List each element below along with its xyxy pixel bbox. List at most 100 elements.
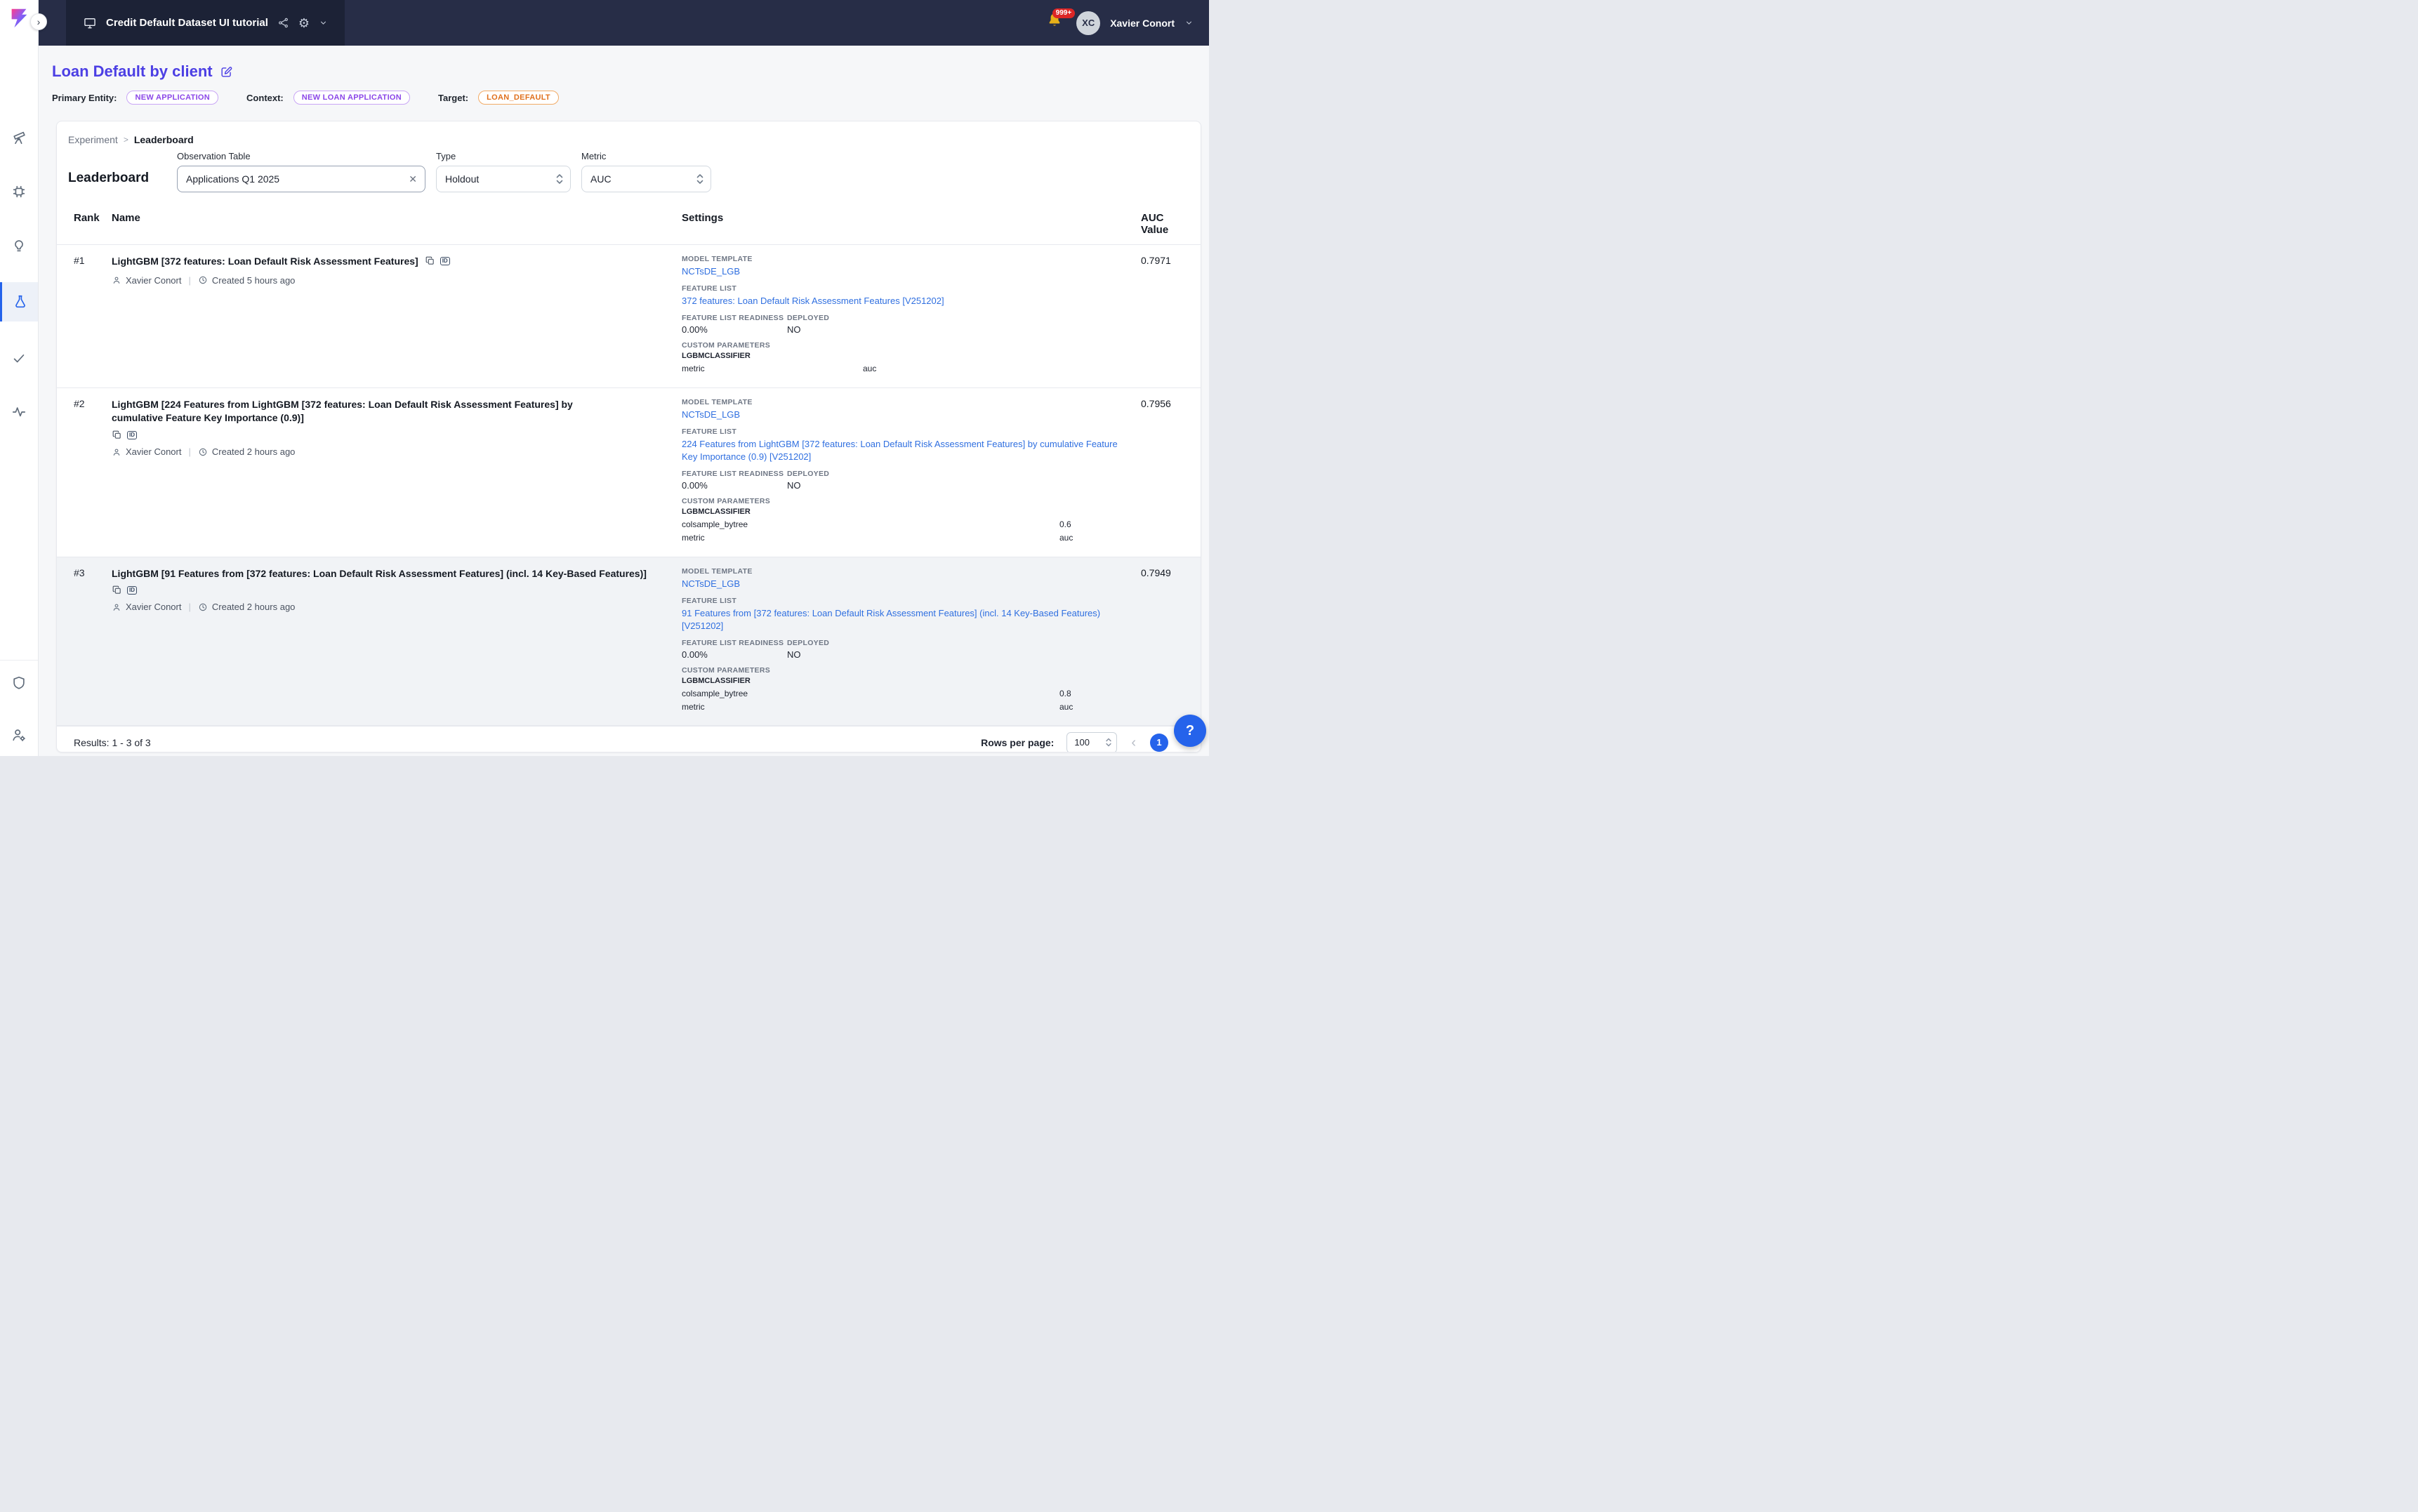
observation-table-input[interactable]	[186, 173, 401, 185]
sidebar-item-experiments[interactable]	[0, 282, 38, 321]
model-name: LightGBM [91 Features from [372 features…	[112, 568, 647, 579]
chip-icon	[11, 184, 27, 199]
table-row[interactable]: #3 LightGBM [91 Features from [372 featu…	[57, 557, 1201, 727]
clear-icon[interactable]: ✕	[409, 174, 417, 184]
deployed-label: DEPLOYED	[787, 639, 829, 647]
leaderboard-controls: Leaderboard Observation Table ✕ Type Hol…	[57, 145, 1201, 192]
top-bar: Credit Default Dataset UI tutorial ⚙ 999…	[39, 0, 1209, 46]
previous-page-icon[interactable]: ‹	[1130, 736, 1137, 750]
share-icon[interactable]	[277, 17, 289, 29]
id-icon[interactable]: ID	[127, 431, 137, 439]
select-chevrons-icon	[696, 173, 704, 185]
classifier-name: LGBMCLASSIFIER	[682, 352, 1127, 360]
rows-per-page-stepper[interactable]	[1066, 732, 1117, 752]
copy-icon[interactable]	[425, 256, 435, 266]
check-icon	[11, 350, 27, 366]
context-label: Context:	[246, 93, 284, 103]
row-author: Xavier Conort	[126, 602, 181, 612]
breadcrumb-experiment[interactable]: Experiment	[68, 134, 118, 145]
feature-list-link[interactable]: 224 Features from LightGBM [372 features…	[682, 438, 1121, 463]
custom-parameters-label: CUSTOM PARAMETERS	[682, 666, 1127, 675]
readiness-value: 0.00%	[682, 324, 787, 335]
meta-separator: |	[188, 275, 190, 286]
clock-icon	[198, 447, 208, 457]
metric-select[interactable]: AUC	[581, 166, 711, 192]
sidebar-item-ideas[interactable]	[0, 228, 38, 263]
sidebar-collapse-button[interactable]: ›	[30, 13, 47, 30]
sidebar-item-modeling[interactable]	[0, 174, 38, 209]
sidebar-item-approvals[interactable]	[0, 340, 38, 376]
chevron-down-icon[interactable]	[319, 18, 328, 27]
row-rank: #2	[74, 398, 112, 545]
primary-entity-badge: NEW APPLICATION	[126, 91, 218, 105]
activity-icon	[11, 404, 27, 420]
sidebar-bottom	[0, 660, 38, 756]
observation-table-combobox[interactable]: ✕	[177, 166, 425, 192]
copy-icon[interactable]	[112, 585, 122, 595]
sidebar-item-account[interactable]	[0, 727, 38, 743]
lightbulb-icon	[11, 238, 27, 253]
deployed-value: NO	[787, 480, 829, 491]
readiness-label: FEATURE LIST READINESS	[682, 639, 787, 647]
page-title: Loan Default by client	[52, 62, 213, 81]
table-row[interactable]: #2 LightGBM [224 Features from LightGBM …	[57, 388, 1201, 557]
featurebyte-logo-icon[interactable]	[7, 6, 31, 30]
meta-separator: |	[188, 602, 190, 612]
model-template-link[interactable]: NCTsDE_LGB	[682, 578, 1121, 590]
user-settings-icon	[11, 727, 27, 743]
deployed-value: NO	[787, 324, 829, 335]
row-rank: #1	[74, 255, 112, 376]
metric-label: Metric	[581, 151, 711, 161]
model-template-link[interactable]: NCTsDE_LGB	[682, 265, 1121, 278]
type-select[interactable]: Holdout	[436, 166, 571, 192]
readiness-label: FEATURE LIST READINESS	[682, 314, 787, 322]
monitor-icon	[83, 16, 97, 30]
help-button[interactable]: ?	[1174, 715, 1206, 747]
table-row[interactable]: #1 LightGBM [372 features: Loan Default …	[57, 245, 1201, 388]
user-menu-chevron-icon[interactable]	[1184, 18, 1194, 27]
user-name[interactable]: Xavier Conort	[1110, 18, 1175, 29]
auc-value: 0.7971	[1141, 255, 1187, 376]
breadcrumb-leaderboard: Leaderboard	[134, 134, 194, 145]
param-key: metric	[682, 701, 1059, 714]
edit-title-icon[interactable]	[220, 65, 233, 79]
user-icon	[112, 602, 121, 612]
copy-icon[interactable]	[112, 430, 122, 440]
id-icon[interactable]: ID	[440, 257, 450, 265]
auc-value: 0.7956	[1141, 398, 1187, 545]
row-created: Created 2 hours ago	[212, 602, 296, 612]
breadcrumb: Experiment > Leaderboard	[57, 121, 1201, 145]
header-right: 999+ XC Xavier Conort	[1045, 11, 1194, 35]
observation-table-label: Observation Table	[177, 151, 425, 161]
param-key: colsample_bytree	[682, 518, 1059, 531]
feature-list-link[interactable]: 91 Features from [372 features: Loan Def…	[682, 607, 1121, 632]
sidebar-item-monitoring[interactable]	[0, 394, 38, 430]
clock-icon	[198, 602, 208, 612]
metric-value: AUC	[590, 173, 612, 185]
param-value: auc	[863, 362, 876, 376]
sidebar-item-explore[interactable]	[0, 120, 38, 155]
column-settings: Settings	[682, 212, 1141, 236]
id-icon[interactable]: ID	[127, 586, 137, 595]
sidebar	[0, 0, 39, 756]
sidebar-item-security[interactable]	[0, 675, 38, 691]
shield-icon	[11, 675, 27, 691]
breadcrumb-separator: >	[124, 135, 128, 145]
rows-per-page-input[interactable]	[1067, 737, 1099, 748]
target-badge: LOAN_DEFAULT	[478, 91, 559, 105]
page-1-button[interactable]: 1	[1150, 734, 1168, 752]
project-selector[interactable]: Credit Default Dataset UI tutorial ⚙	[66, 0, 345, 46]
gear-icon[interactable]: ⚙	[298, 17, 310, 29]
row-author: Xavier Conort	[126, 275, 181, 286]
classifier-name: LGBMCLASSIFIER	[682, 508, 1127, 516]
app-screen: Credit Default Dataset UI tutorial ⚙ 999…	[0, 0, 1209, 756]
avatar[interactable]: XC	[1076, 11, 1100, 35]
leaderboard-card: Experiment > Leaderboard Leaderboard Obs…	[56, 121, 1201, 752]
model-template-link[interactable]: NCTsDE_LGB	[682, 409, 1121, 421]
stepper-chevrons-icon[interactable]	[1105, 737, 1112, 748]
feature-list-link[interactable]: 372 features: Loan Default Risk Assessme…	[682, 295, 1121, 307]
model-template-label: MODEL TEMPLATE	[682, 255, 1127, 263]
select-chevrons-icon	[555, 173, 564, 185]
notifications-icon[interactable]: 999+	[1045, 11, 1066, 35]
param-value: auc	[1059, 531, 1073, 545]
